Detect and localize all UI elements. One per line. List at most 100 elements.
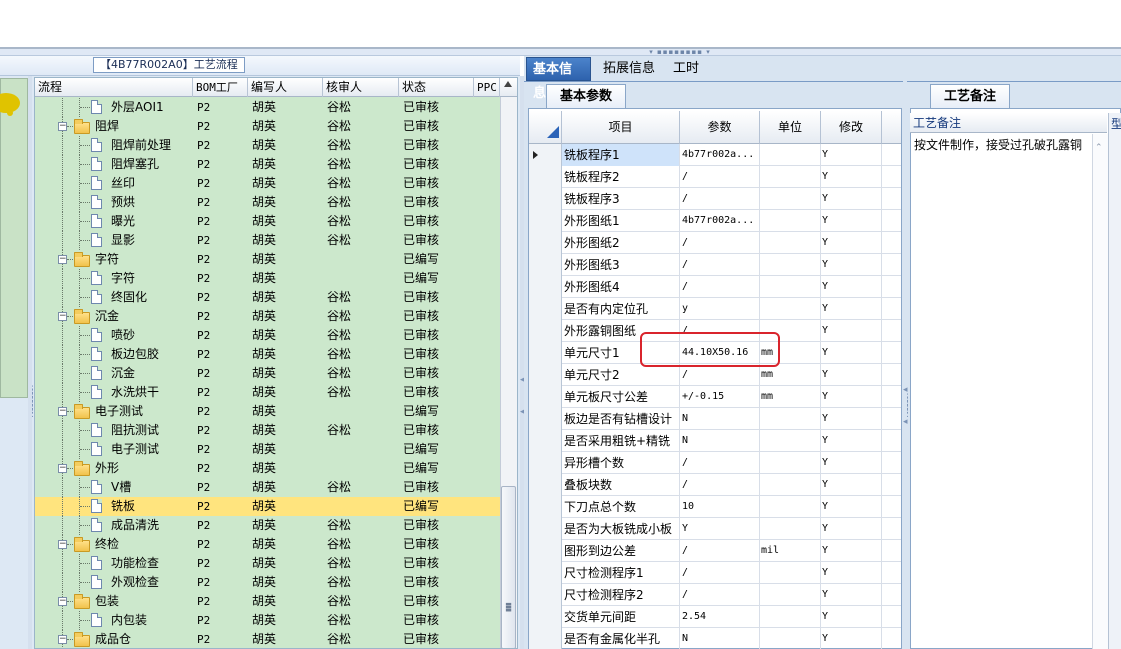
param-unit[interactable] (760, 452, 821, 474)
param-unit[interactable]: mm (760, 364, 821, 386)
tree-group-row[interactable]: − 包装 P2 胡英 谷松 已审核 (35, 592, 500, 611)
col-header-item[interactable]: 项目 (562, 111, 680, 144)
row-indicator[interactable] (529, 430, 562, 452)
param-modify[interactable]: Y (821, 474, 882, 496)
tree-row[interactable]: 终固化 P2 胡英 谷松 已审核 (35, 288, 500, 307)
param-row[interactable]: 叠板块数 / Y (529, 474, 901, 496)
param-modify[interactable]: Y (821, 298, 882, 320)
tree-row[interactable]: V槽 P2 胡英 谷松 已审核 (35, 478, 500, 497)
param-modify[interactable]: Y (821, 496, 882, 518)
collapse-toggle-icon[interactable]: − (58, 312, 67, 321)
col-header-modify[interactable]: 修改 (821, 111, 882, 144)
row-indicator[interactable] (529, 144, 562, 166)
tree-row[interactable]: 铣板 P2 胡英 已编写 (35, 497, 500, 516)
collapse-toggle-icon[interactable]: − (58, 597, 67, 606)
tree-row[interactable]: 板边包胶 P2 胡英 谷松 已审核 (35, 345, 500, 364)
param-modify[interactable]: Y (821, 452, 882, 474)
param-value[interactable]: N (680, 628, 760, 649)
param-value[interactable]: 4b77r002a... (680, 210, 760, 232)
col-header-writer[interactable]: 编写人 (248, 78, 323, 97)
tree-row[interactable]: 内包装 P2 胡英 谷松 已审核 (35, 611, 500, 630)
param-modify[interactable]: Y (821, 254, 882, 276)
param-row[interactable]: 单元板尺寸公差 +/-0.15 mm Y (529, 386, 901, 408)
param-modify[interactable]: Y (821, 628, 882, 649)
row-indicator[interactable] (529, 540, 562, 562)
param-row[interactable]: 外形图纸4/ Y (529, 276, 901, 298)
tree-scroll-thumb[interactable] (501, 486, 516, 648)
param-value[interactable]: / (680, 474, 760, 496)
tree-row[interactable]: 外层AOI1 P2 胡英 谷松 已审核 (35, 98, 500, 117)
tree-row[interactable]: 字符 P2 胡英 已编写 (35, 269, 500, 288)
param-value[interactable]: 4b77r002a... (680, 144, 760, 166)
col-header-reviewer[interactable]: 核审人 (323, 78, 399, 97)
param-value[interactable]: 2.54 (680, 606, 760, 628)
row-indicator[interactable] (529, 188, 562, 210)
param-value[interactable]: N (680, 430, 760, 452)
param-value[interactable]: +/-0.15 (680, 386, 760, 408)
top-splitter[interactable] (0, 49, 1121, 56)
tab-basic-info[interactable]: 基本信息 (526, 57, 591, 101)
tree-group-row[interactable]: − 沉金 P2 胡英 谷松 已审核 (35, 307, 500, 326)
collapse-toggle-icon[interactable]: − (58, 407, 67, 416)
param-row[interactable]: 下刀点总个数 10 Y (529, 496, 901, 518)
param-row[interactable]: 尺寸检测程序2/ Y (529, 584, 901, 606)
param-row[interactable]: 图形到边公差 / mil Y (529, 540, 901, 562)
param-unit[interactable]: mm (760, 386, 821, 408)
param-unit[interactable] (760, 562, 821, 584)
param-unit[interactable] (760, 496, 821, 518)
col-header-process[interactable]: 流程 (35, 78, 193, 97)
row-indicator[interactable] (529, 474, 562, 496)
left-splitter[interactable] (28, 76, 32, 649)
col-header-ppc[interactable]: PPC (474, 78, 500, 97)
param-unit[interactable] (760, 628, 821, 649)
param-value[interactable]: / (680, 166, 760, 188)
param-row[interactable]: 铣板程序1 4b77r002a... Y (529, 144, 901, 166)
tab-basic-params[interactable]: 基本参数 (546, 84, 626, 108)
tree-row[interactable]: 显影 P2 胡英 谷松 已审核 (35, 231, 500, 250)
param-unit[interactable] (760, 144, 821, 166)
param-row[interactable]: 板边是否有钻槽设计 N Y (529, 408, 901, 430)
row-indicator[interactable] (529, 166, 562, 188)
param-row[interactable]: 外形图纸3/ Y (529, 254, 901, 276)
col-header-unit[interactable]: 单位 (760, 111, 821, 144)
col-header-bom[interactable]: BOM工厂 (193, 78, 248, 97)
tree-row[interactable]: 沉金 P2 胡英 谷松 已审核 (35, 364, 500, 383)
tree-row[interactable]: 成品清洗 P2 胡英 谷松 已审核 (35, 516, 500, 535)
param-modify[interactable]: Y (821, 386, 882, 408)
tab-extended-info[interactable]: 拓展信息 (597, 57, 665, 81)
param-row[interactable]: 外形图纸2/ Y (529, 232, 901, 254)
tree-row[interactable]: 阻抗测试 P2 胡英 谷松 已审核 (35, 421, 500, 440)
param-value[interactable]: / (680, 276, 760, 298)
tree-row[interactable]: 喷砂 P2 胡英 谷松 已审核 (35, 326, 500, 345)
right-splitter[interactable] (903, 76, 907, 649)
param-row[interactable]: 是否有内定位孔 y Y (529, 298, 901, 320)
param-row[interactable]: 铣板程序2/ Y (529, 166, 901, 188)
param-value[interactable]: / (680, 540, 760, 562)
param-value[interactable]: 10 (680, 496, 760, 518)
tree-row[interactable]: 曝光 P2 胡英 谷松 已审核 (35, 212, 500, 231)
right-splitter-grip-icon[interactable]: ◂⋮⋮⋮⋮⋮◂ (903, 386, 912, 427)
row-indicator[interactable] (529, 496, 562, 518)
param-modify[interactable]: Y (821, 408, 882, 430)
row-indicator[interactable] (529, 232, 562, 254)
param-row[interactable]: 是否为大板铣成小板 Y Y (529, 518, 901, 540)
param-unit[interactable] (760, 232, 821, 254)
param-modify[interactable]: Y (821, 518, 882, 540)
row-indicator[interactable] (529, 320, 562, 342)
row-indicator[interactable] (529, 452, 562, 474)
tree-group-row[interactable]: − 阻焊 P2 胡英 谷松 已审核 (35, 117, 500, 136)
tree-row[interactable]: 水洗烘干 P2 胡英 谷松 已审核 (35, 383, 500, 402)
param-modify[interactable]: Y (821, 210, 882, 232)
param-value[interactable]: / (680, 188, 760, 210)
param-unit[interactable] (760, 210, 821, 232)
row-indicator[interactable] (529, 518, 562, 540)
param-modify[interactable]: Y (821, 430, 882, 452)
param-row[interactable]: 单元尺寸2/mm Y (529, 364, 901, 386)
row-indicator[interactable] (529, 276, 562, 298)
param-unit[interactable] (760, 430, 821, 452)
param-modify[interactable]: Y (821, 342, 882, 364)
param-value[interactable]: / (680, 562, 760, 584)
param-value[interactable]: / (680, 452, 760, 474)
param-modify[interactable]: Y (821, 276, 882, 298)
collapse-toggle-icon[interactable]: − (58, 122, 67, 131)
